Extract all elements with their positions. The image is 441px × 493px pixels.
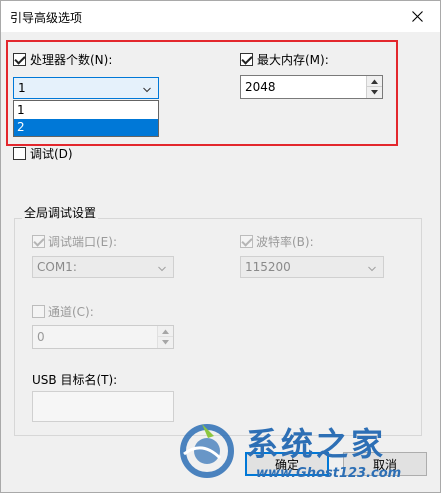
channel-label: 通道(C): xyxy=(48,305,94,319)
channel-checkbox[interactable] xyxy=(32,305,45,318)
baud-rate-value: 115200 xyxy=(245,260,291,274)
arrow-up-icon xyxy=(162,329,169,334)
chevron-down-icon xyxy=(368,266,376,272)
watermark-title: 系统之家 xyxy=(246,425,387,463)
usb-target-input[interactable] xyxy=(32,391,174,422)
channel-decrement-button[interactable] xyxy=(157,337,173,348)
watermark-url: www.Ghost123.com xyxy=(256,466,402,481)
debug-checkbox[interactable] xyxy=(13,147,26,160)
close-icon xyxy=(411,11,423,22)
baud-rate-checkbox[interactable] xyxy=(240,235,253,248)
channel-increment-button[interactable] xyxy=(157,326,173,337)
chevron-down-icon xyxy=(158,266,166,272)
baud-rate-select[interactable]: 115200 xyxy=(240,256,384,278)
close-button[interactable] xyxy=(394,1,440,32)
global-debug-title: 全局调试设置 xyxy=(22,204,99,221)
arrow-down-icon xyxy=(162,340,169,345)
watermark: 系统之家 www.Ghost123.com xyxy=(172,414,441,493)
debug-port-label: 调试端口(E): xyxy=(48,235,117,249)
channel-value: 0 xyxy=(37,330,45,344)
channel-spinbox[interactable]: 0 xyxy=(32,325,174,349)
title-bar: 引导高级选项 xyxy=(1,1,440,32)
debug-port-select[interactable]: COM1: xyxy=(32,256,174,278)
usb-target-label: USB 目标名(T): xyxy=(32,373,118,387)
debug-port-checkbox[interactable] xyxy=(32,235,45,248)
baud-rate-label: 波特率(B): xyxy=(256,235,314,249)
watermark-logo-icon xyxy=(180,424,234,478)
debug-label: 调试(D) xyxy=(30,147,73,161)
window-title: 引导高级选项 xyxy=(10,11,83,25)
highlight-annotation-box xyxy=(6,40,398,146)
debug-port-value: COM1: xyxy=(37,260,77,274)
